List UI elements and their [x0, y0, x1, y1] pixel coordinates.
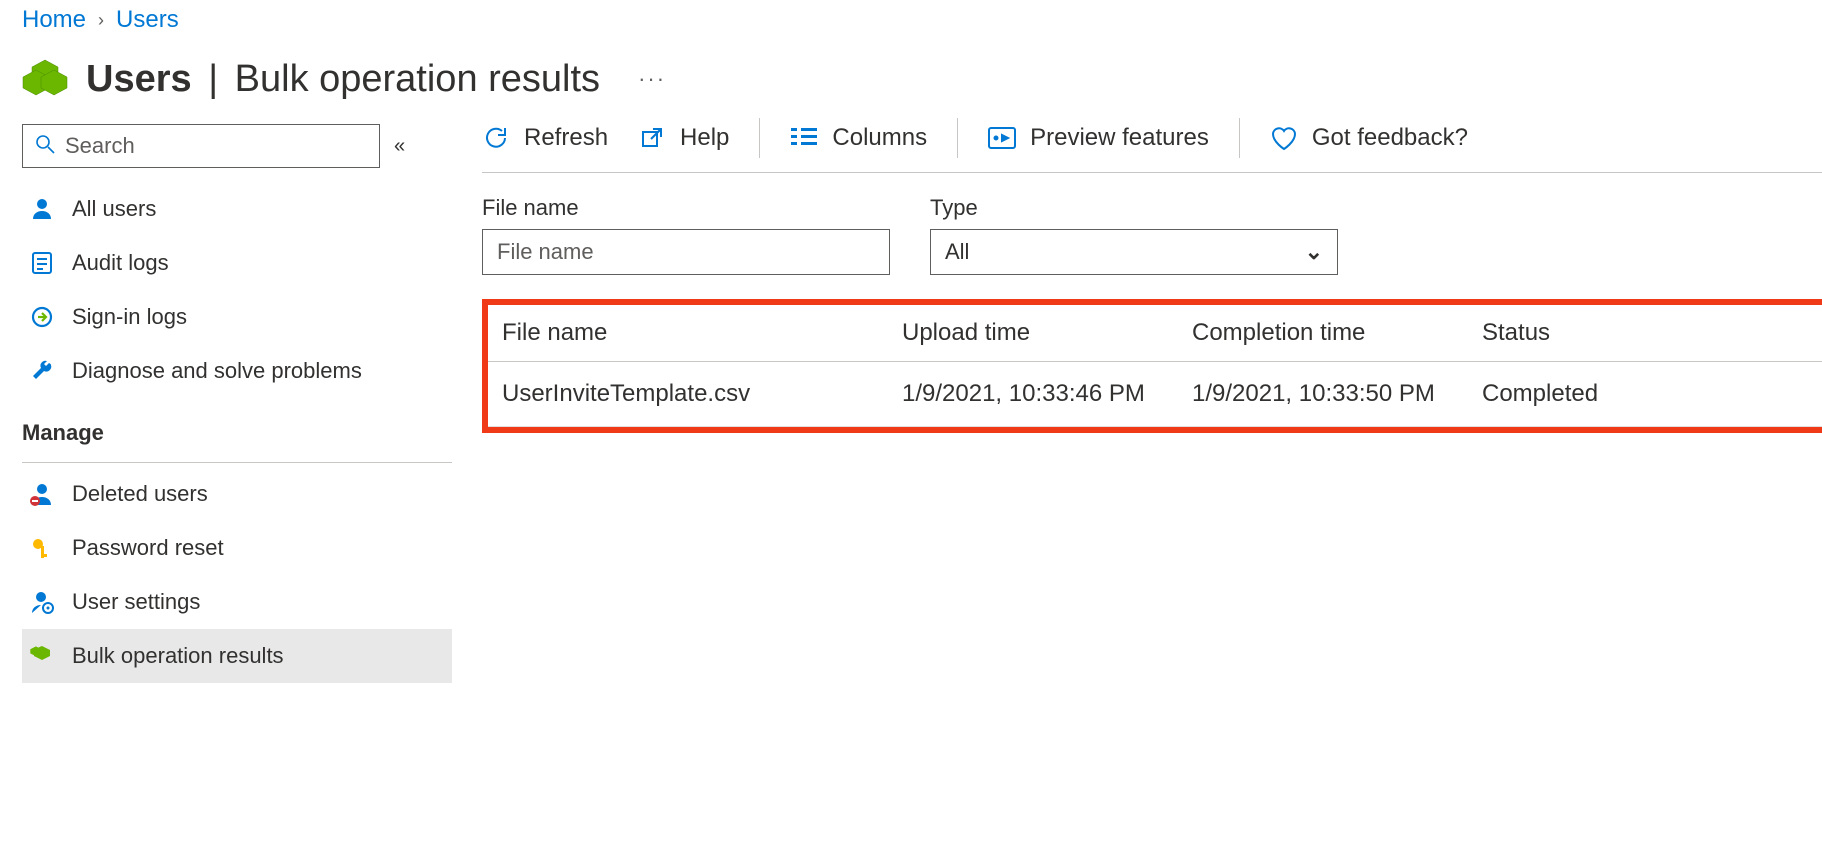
main-content: Refresh Help Columns: [452, 124, 1822, 433]
divider: [22, 462, 452, 463]
col-header-complete[interactable]: Completion time: [1192, 319, 1482, 347]
signin-icon: [28, 303, 56, 331]
cell-file: UserInviteTemplate.csv: [502, 380, 902, 408]
sidebar-item-label: Password reset: [72, 535, 224, 561]
cell-upload: 1/9/2021, 10:33:46 PM: [902, 380, 1192, 408]
columns-icon: [790, 124, 818, 152]
divider: [1239, 118, 1240, 158]
type-select[interactable]: All ⌄: [930, 229, 1338, 275]
sidebar-search[interactable]: [22, 124, 380, 168]
breadcrumb-home[interactable]: Home: [22, 6, 86, 34]
sidebar-item-user-settings[interactable]: User settings: [22, 575, 452, 629]
wrench-icon: [28, 357, 56, 385]
type-select-value: All: [945, 239, 969, 265]
sidebar-item-label: Audit logs: [72, 250, 169, 276]
refresh-icon: [482, 124, 510, 152]
filter-label: File name: [482, 195, 890, 221]
sidebar: « All users Audit logs Sign-in logs: [22, 124, 452, 683]
preview-features-button[interactable]: Preview features: [988, 124, 1209, 152]
person-removed-icon: [28, 480, 56, 508]
chevron-down-icon: ⌄: [1305, 239, 1323, 265]
filter-type: Type All ⌄: [930, 195, 1338, 275]
breadcrumb-users[interactable]: Users: [116, 6, 179, 34]
breadcrumb: Home › Users: [22, 0, 1822, 46]
toolbar-label: Columns: [832, 124, 927, 152]
cell-status: Completed: [1482, 380, 1822, 408]
sidebar-item-label: User settings: [72, 589, 200, 615]
cell-complete: 1/9/2021, 10:33:50 PM: [1192, 380, 1482, 408]
sidebar-section-manage: Manage: [22, 398, 452, 456]
search-icon: [35, 134, 55, 159]
collapse-sidebar-icon[interactable]: «: [394, 135, 405, 158]
page-title-pipe: |: [202, 58, 224, 100]
divider: [759, 118, 760, 158]
more-actions-button[interactable]: ···: [618, 66, 666, 92]
table-header-row: File name Upload time Completion time St…: [488, 305, 1822, 362]
log-icon: [28, 249, 56, 277]
col-header-file[interactable]: File name: [502, 319, 902, 347]
table-row[interactable]: UserInviteTemplate.csv 1/9/2021, 10:33:4…: [488, 362, 1822, 427]
divider: [957, 118, 958, 158]
col-header-upload[interactable]: Upload time: [902, 319, 1192, 347]
chevron-right-icon: ›: [98, 10, 104, 31]
sidebar-item-signin-logs[interactable]: Sign-in logs: [22, 290, 452, 344]
page-title: Users | Bulk operation results: [86, 58, 600, 101]
page-title-strong: Users: [86, 58, 192, 100]
sidebar-item-all-users[interactable]: All users: [22, 182, 452, 236]
sidebar-item-bulk-results[interactable]: Bulk operation results: [22, 629, 452, 683]
refresh-button[interactable]: Refresh: [482, 124, 608, 152]
page-title-row: Users | Bulk operation results ···: [22, 46, 1822, 124]
filters-row: File name Type All ⌄: [482, 173, 1822, 299]
col-header-status[interactable]: Status: [1482, 319, 1822, 347]
sidebar-item-audit-logs[interactable]: Audit logs: [22, 236, 452, 290]
sidebar-item-label: All users: [72, 196, 156, 222]
results-table: File name Upload time Completion time St…: [488, 305, 1822, 427]
bulk-icon: [28, 642, 56, 670]
sidebar-item-password-reset[interactable]: Password reset: [22, 521, 452, 575]
sidebar-item-label: Sign-in logs: [72, 304, 187, 330]
sidebar-item-deleted-users[interactable]: Deleted users: [22, 467, 452, 521]
toolbar-label: Help: [680, 124, 729, 152]
users-service-icon: [22, 56, 68, 102]
search-input[interactable]: [65, 133, 367, 159]
results-table-highlight: File name Upload time Completion time St…: [482, 299, 1822, 433]
toolbar-label: Refresh: [524, 124, 608, 152]
filter-label: Type: [930, 195, 1338, 221]
file-name-input[interactable]: [482, 229, 890, 275]
sidebar-item-label: Bulk operation results: [72, 643, 284, 669]
page-title-subtitle: Bulk operation results: [235, 58, 600, 100]
heart-icon: [1270, 124, 1298, 152]
columns-button[interactable]: Columns: [790, 124, 927, 152]
filter-file-name: File name: [482, 195, 890, 275]
sidebar-item-label: Diagnose and solve problems: [72, 358, 362, 384]
toolbar: Refresh Help Columns: [482, 118, 1822, 173]
toolbar-label: Preview features: [1030, 124, 1209, 152]
person-gear-icon: [28, 588, 56, 616]
toolbar-label: Got feedback?: [1312, 124, 1468, 152]
preview-icon: [988, 124, 1016, 152]
person-icon: [28, 195, 56, 223]
sidebar-item-label: Deleted users: [72, 481, 208, 507]
key-icon: [28, 534, 56, 562]
sidebar-item-diagnose[interactable]: Diagnose and solve problems: [22, 344, 452, 398]
external-link-icon: [638, 124, 666, 152]
feedback-button[interactable]: Got feedback?: [1270, 124, 1468, 152]
help-button[interactable]: Help: [638, 124, 729, 152]
